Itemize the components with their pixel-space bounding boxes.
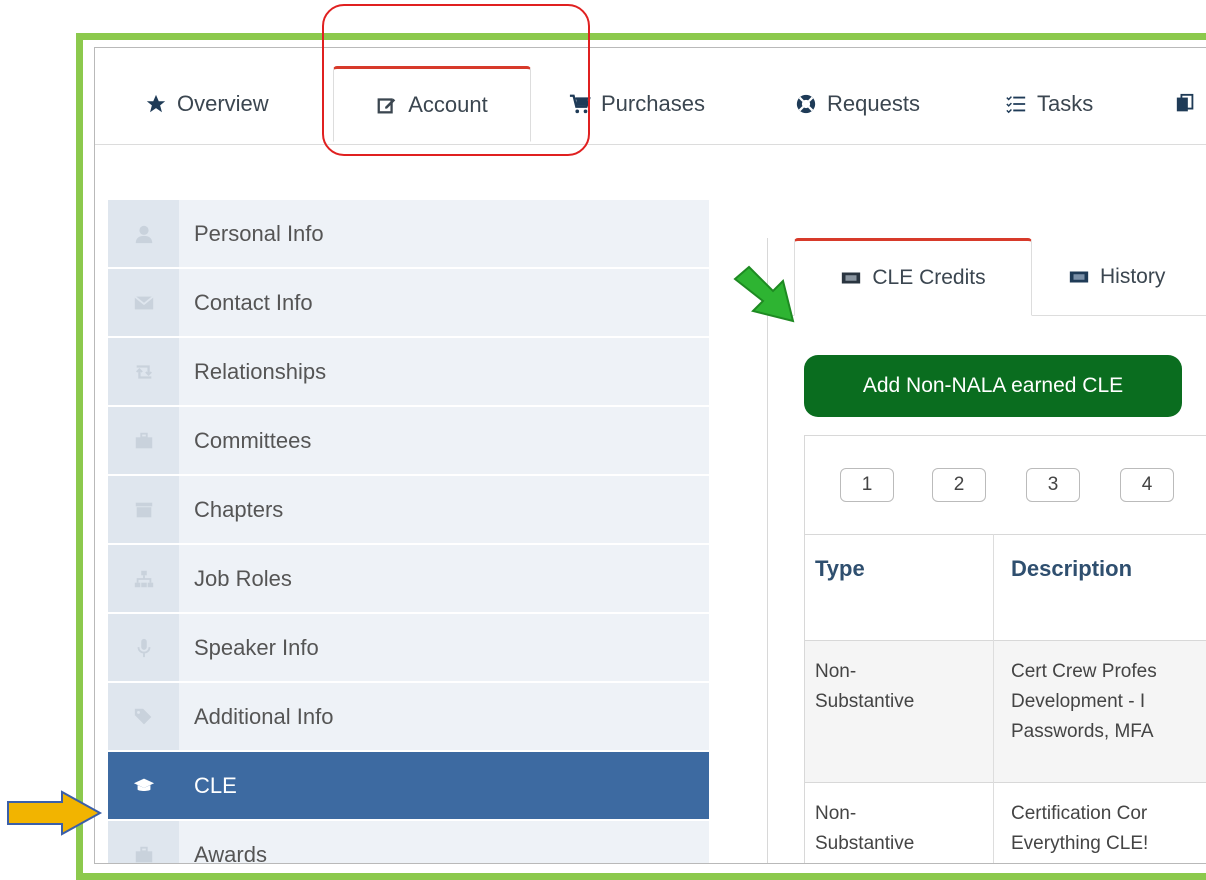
sidebar-item-cle[interactable]: CLE [108,752,709,821]
top-tab-bar: Overview Account Purchases Requests Task… [95,48,1206,145]
tab-label: Tasks [1037,91,1094,116]
cell-type: Non- Substantive [815,657,914,717]
graduation-cap-icon [133,778,154,791]
sidebar-item-label: Speaker Info [194,634,319,660]
tab-label: Overview [177,91,269,116]
user-icon [135,225,152,243]
briefcase-icon [135,846,152,862]
briefcase-icon [135,432,152,448]
sidebar-item-additional-info[interactable]: Additional Info [108,683,709,752]
sidebar-item-committees[interactable]: Committees [108,407,709,476]
page-button[interactable]: 4 [1120,468,1174,502]
tab-label: History [1100,265,1166,288]
cell-text: Development - I [1011,691,1146,712]
tab-requests[interactable]: Requests [795,66,920,142]
tags-icon [134,708,151,724]
table-row[interactable]: Non- Substantive Cert Crew Profes Develo… [805,640,1206,782]
sidebar-item-relationships[interactable]: Relationships [108,338,709,407]
tab-label: CLE Credits [872,266,986,289]
sidebar-item-contact-info[interactable]: Contact Info [108,269,709,338]
ticket-icon [842,272,861,284]
column-header-type[interactable]: Type [815,534,865,640]
cell-text: Cert Crew Profes [1011,661,1157,682]
list-icon [1006,96,1026,114]
cell-text: Certification Cor [1011,803,1148,824]
tab-cle-credits[interactable]: CLE Credits [794,238,1032,316]
table-row[interactable]: Non- Substantive Certification Cor Every… [805,782,1206,863]
green-arrow-annotation [733,265,795,323]
sidebar-item-label: Awards [194,841,267,864]
ticket-icon [1069,271,1089,283]
sidebar-item-label: Contact Info [194,289,313,315]
sidebar-item-speaker-info[interactable]: Speaker Info [108,614,709,683]
tab-label: Purchases [601,91,705,116]
archive-icon [135,502,152,517]
tab-overview[interactable]: Overview [145,66,269,142]
page-button[interactable]: 3 [1026,468,1080,502]
account-panel: Overview Account Purchases Requests Task… [94,47,1206,864]
sidebar-item-awards[interactable]: Awards [108,821,709,864]
envelope-icon [133,295,154,309]
column-divider [993,534,994,863]
cell-description: Certification Cor Everything CLE! [1011,799,1148,859]
cell-text: Passwords, MFA [1011,721,1154,742]
microphone-icon [137,638,150,657]
copy-icon [1176,93,1194,112]
sidebar-item-label: Personal Info [194,220,324,246]
sidebar-item-label: Committees [194,427,312,453]
sitemap-icon [134,570,153,587]
sidebar-item-job-roles[interactable]: Job Roles [108,545,709,614]
cell-text: Non- [815,661,857,682]
column-header-description[interactable]: Description [1011,534,1132,640]
cell-description: Cert Crew Profes Development - I Passwor… [1011,657,1157,747]
yellow-arrow-annotation [7,790,103,836]
pagination: 1 2 3 4 [805,436,1206,535]
sidebar-item-label: Chapters [194,496,284,522]
page-button[interactable]: 2 [932,468,986,502]
retweet-icon [135,364,152,379]
tab-history[interactable]: History [1068,238,1165,316]
tab-label: Requests [827,91,920,116]
cell-text: Everything CLE! [1011,833,1149,854]
page-button[interactable]: 1 [840,468,894,502]
cell-text: Substantive [815,833,915,854]
sidebar-item-label: CLE [194,772,237,798]
cle-content: CLE Credits History Add Non-NALA earned … [767,238,1206,863]
cell-text: Non- [815,803,857,824]
add-non-nala-cle-button[interactable]: Add Non-NALA earned CLE [804,355,1182,417]
account-sidebar: Personal Info Contact Info Relationships… [108,200,709,864]
account-tab-highlight [322,4,590,156]
cell-text: Substantive [815,691,915,712]
lifebuoy-icon [796,94,816,114]
star-icon [146,94,166,113]
sidebar-item-personal-info[interactable]: Personal Info [108,200,709,269]
sidebar-item-label: Additional Info [194,703,334,729]
tab-tasks[interactable]: Tasks [1005,66,1093,142]
tab-more[interactable] [1175,66,1197,142]
sidebar-item-label: Job Roles [194,565,292,591]
sidebar-item-chapters[interactable]: Chapters [108,476,709,545]
cell-type: Non- Substantive [815,799,914,859]
cle-credits-table: 1 2 3 4 Type Description Non- Substantiv… [804,435,1206,863]
sidebar-item-label: Relationships [194,358,327,384]
